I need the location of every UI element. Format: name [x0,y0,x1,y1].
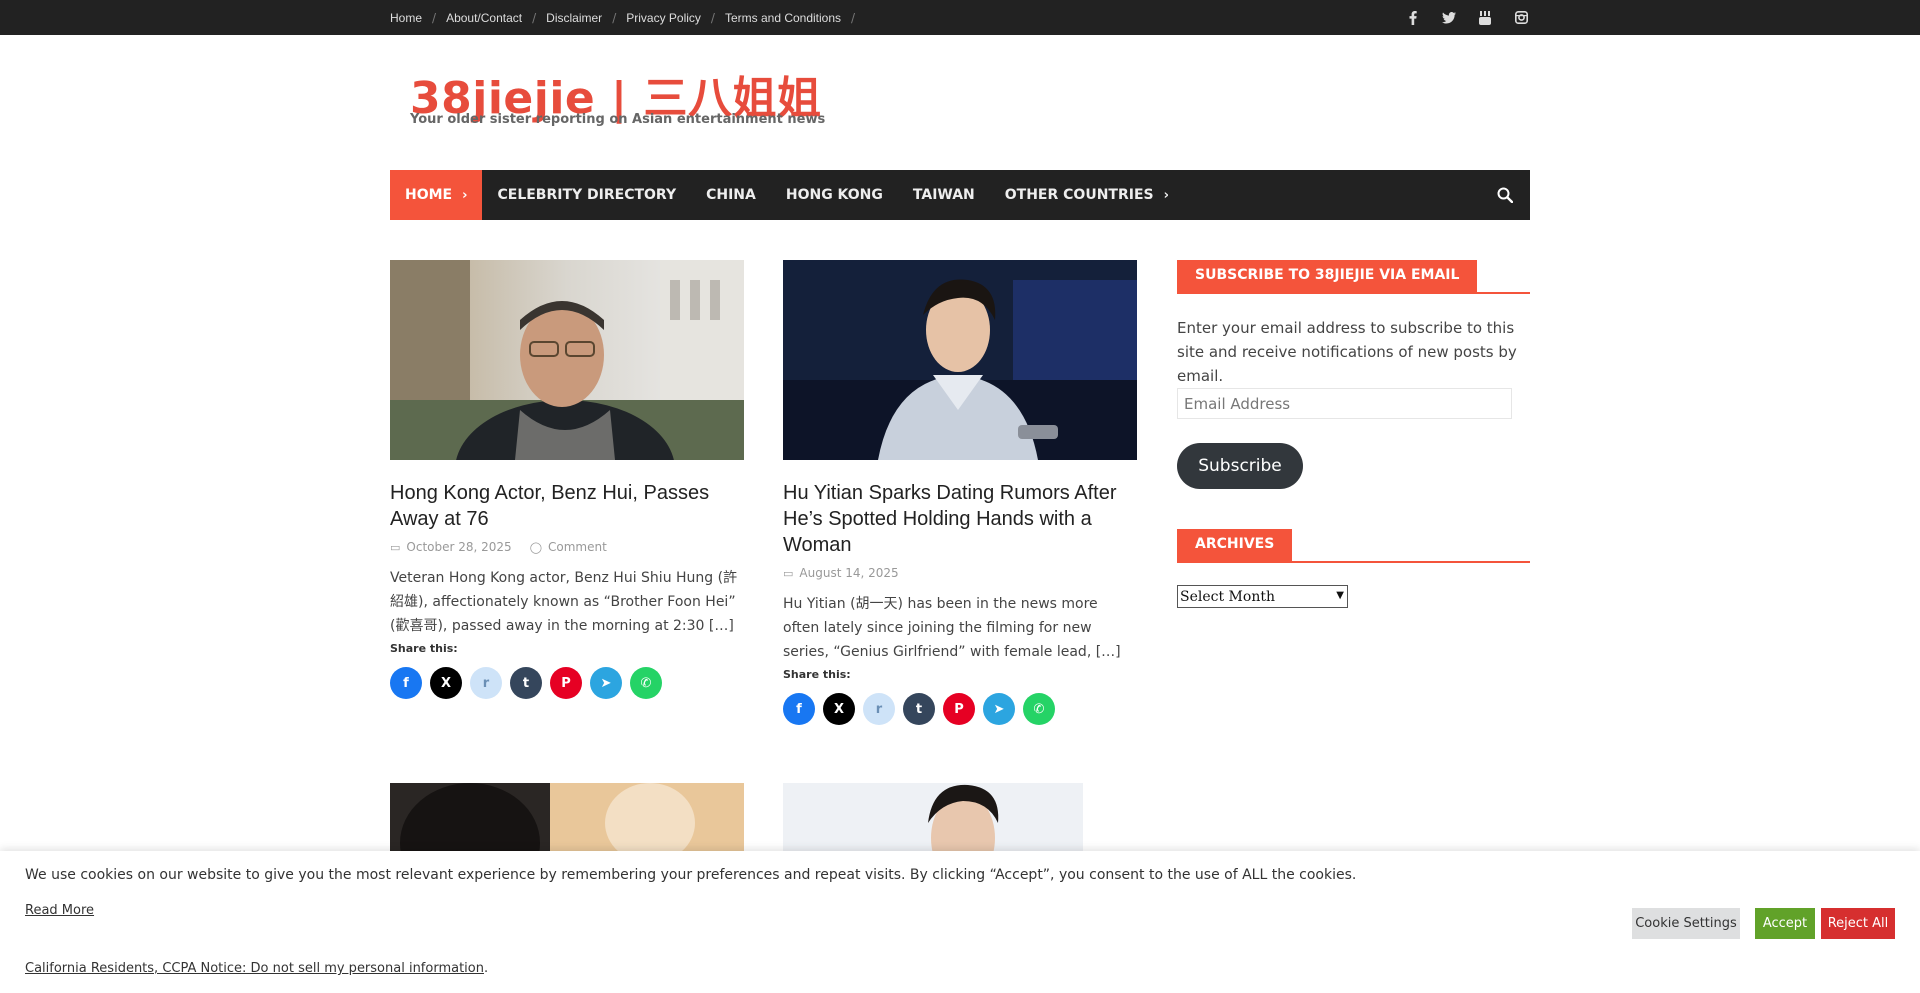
x-share-icon[interactable]: X [430,667,462,699]
top-link-disclaimer[interactable]: Disclaimer [546,11,602,25]
top-link-home[interactable]: Home [390,11,422,25]
post-date[interactable]: August 14, 2025 [799,566,898,580]
post-card: Hong Kong Actor, Benz Hui, Passes Away a… [390,260,744,699]
cookie-message: We use cookies on our website to give yo… [25,867,1357,883]
share-label: Share this: [390,642,458,655]
separator: / [532,10,537,25]
post-title[interactable]: Hong Kong Actor, Benz Hui, Passes Away a… [390,480,744,532]
cookie-read-more-link[interactable]: Read More [25,903,94,918]
x-share-icon[interactable]: X [823,693,855,725]
ccpa-notice: California Residents, CCPA Notice: Do no… [25,961,488,976]
whatsapp-share-icon[interactable]: ✆ [630,667,662,699]
top-bar: Home / About/Contact / Disclaimer / Priv… [0,0,1920,35]
cookie-accept-button[interactable]: Accept [1755,908,1815,939]
facebook-share-icon[interactable]: f [783,693,815,725]
facebook-icon[interactable] [1395,0,1431,35]
chevron-right-icon: › [462,187,468,203]
separator: / [851,10,856,25]
subscribe-description: Enter your email address to subscribe to… [1177,319,1517,385]
nav-item-label: Celebrity Directory [497,187,677,203]
post-comment-link[interactable]: Comment [548,540,607,554]
separator: / [432,10,437,25]
archives-widget-title: ARCHIVES [1177,529,1530,563]
search-icon[interactable] [1490,170,1520,220]
post-thumbnail[interactable] [390,260,744,460]
post-meta: ▭ October 28, 2025 ◯ Comment [390,540,744,554]
nav-item-celebrity-directory[interactable]: Celebrity Directory [482,170,691,220]
whatsapp-share-icon[interactable]: ✆ [1023,693,1055,725]
cookie-settings-button[interactable]: Cookie Settings [1632,908,1740,939]
subscribe-button[interactable]: Subscribe [1177,443,1303,489]
post-meta: ▭ August 14, 2025 [783,566,1137,580]
post-excerpt: Hu Yitian (胡一天) has been in the news mor… [783,596,1121,660]
calendar-icon: ▭ [390,540,401,554]
post-thumbnail[interactable] [390,783,744,853]
post-card [390,783,744,853]
ccpa-period: . [484,961,489,976]
top-nav: Home / About/Contact / Disclaimer / Priv… [390,0,865,35]
top-link-privacy[interactable]: Privacy Policy [626,11,701,25]
nav-item-other-countries[interactable]: Other Countries › [990,170,1184,220]
site-tagline: Your older sister reporting on Asian ent… [410,112,826,127]
subscribe-widget-title: SUBSCRIBE TO 38JIEJIE VIA EMAIL [1177,260,1530,294]
post-title[interactable]: Hu Yitian Sparks Dating Rumors After He’… [783,480,1137,558]
reddit-share-icon[interactable]: r [863,693,895,725]
post-date[interactable]: October 28, 2025 [406,540,511,554]
nav-item-china[interactable]: China [691,170,771,220]
separator: / [612,10,617,25]
comment-icon: ◯ [529,540,542,554]
archives-select[interactable]: Select Month ▼ [1177,585,1348,608]
telegram-share-icon[interactable]: ➤ [590,667,622,699]
telegram-share-icon[interactable]: ➤ [983,693,1015,725]
archives-select-value: Select Month [1180,588,1275,605]
nav-item-label: Home [405,187,453,203]
facebook-share-icon[interactable]: f [390,667,422,699]
share-buttons: f Xr t P ➤ ✆ [783,693,1137,725]
pinterest-share-icon[interactable]: P [550,667,582,699]
post-thumbnail[interactable] [783,260,1137,460]
share-buttons: f Xr t P ➤ ✆ [390,667,744,699]
chevron-down-icon: ▼ [1336,590,1344,601]
nav-item-taiwan[interactable]: Taiwan [898,170,990,220]
nav-item-label: Other Countries [1004,187,1154,203]
archives-widget-heading: ARCHIVES [1177,529,1293,561]
pinterest-share-icon[interactable]: P [943,693,975,725]
nav-item-hong-kong[interactable]: Hong Kong [771,170,898,220]
chevron-right-icon: › [1163,187,1169,203]
subscribe-widget-heading: SUBSCRIBE TO 38JIEJIE VIA EMAIL [1177,260,1478,292]
youtube-icon[interactable] [1467,0,1503,35]
share-label: Share this: [783,668,851,681]
reddit-share-icon[interactable]: r [470,667,502,699]
instagram-icon[interactable] [1503,0,1539,35]
post-card: Hu Yitian Sparks Dating Rumors After He’… [783,260,1137,725]
nav-item-label: China [706,187,756,203]
nav-item-label: Taiwan [912,187,975,203]
nav-item-home[interactable]: Home › [390,170,483,220]
tumblr-share-icon[interactable]: t [903,693,935,725]
calendar-icon: ▭ [783,566,794,580]
main-nav: Home › Celebrity Directory China Hong Kong Ta… [390,170,1530,220]
cookie-banner: We use cookies on our website to give yo… [0,851,1920,993]
nav-item-label: Hong Kong [785,187,883,203]
tumblr-share-icon[interactable]: t [510,667,542,699]
post-excerpt: Veteran Hong Kong actor, Benz Hui Shiu H… [390,570,738,634]
top-link-about[interactable]: About/Contact [446,11,522,25]
social-links [1395,0,1539,35]
separator: / [710,10,715,25]
email-field[interactable]: Email Address [1177,388,1512,419]
post-thumbnail[interactable] [783,783,1137,853]
twitter-icon[interactable] [1431,0,1467,35]
cookie-reject-button[interactable]: Reject All [1821,908,1895,939]
top-link-terms[interactable]: Terms and Conditions [725,11,841,25]
ccpa-link[interactable]: California Residents, CCPA Notice: Do no… [25,961,484,976]
post-card [783,783,1137,853]
